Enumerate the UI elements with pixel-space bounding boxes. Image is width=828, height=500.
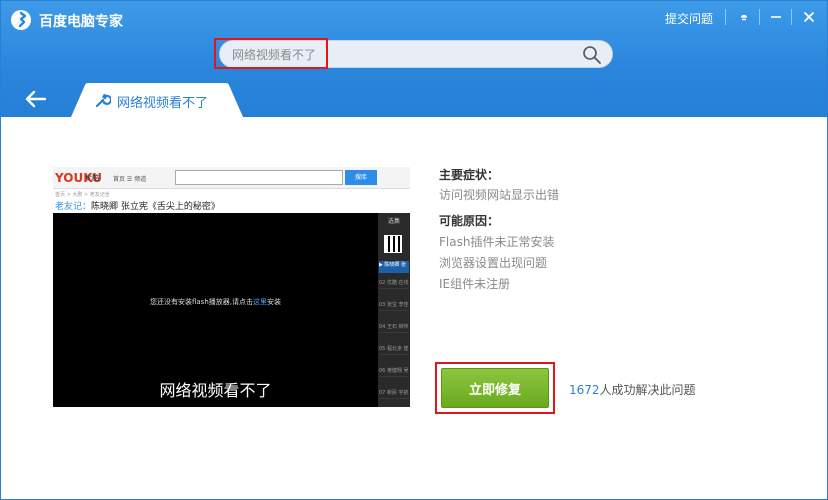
divider [791, 9, 792, 25]
causes-heading: 可能原因： [439, 214, 500, 228]
resolved-count: 1672人成功解决此问题 [569, 381, 696, 398]
app-window: 百度电脑专家 提交问题 网络视频看不了 网络视频看不了 YOUKU 优酷 首页 … [0, 0, 828, 500]
tab-network-video[interactable]: 网络视频看不了 [71, 83, 243, 117]
preview-search-button: 搜库 [345, 170, 377, 185]
preview-episode-item: 03 张宝 李佳 [379, 301, 409, 311]
menu-button[interactable] [733, 5, 755, 29]
fix-now-button[interactable]: 立即修复 [441, 368, 549, 408]
divider [725, 9, 726, 25]
preview-episode-heading: 选集 [387, 218, 400, 225]
video-site-preview: YOUKU 优酷 首页 ☰ 频道 搜库 首页 > 大剧 > 老友记全 老友记：陈… [53, 167, 410, 407]
preview-episode-item: 02 优酷 在线 [379, 279, 409, 289]
resolved-count-number: 1672 [569, 383, 600, 397]
preview-video-player: 您还没有安装flash播放器,请点击这里安装 网络视频看不了 [53, 213, 378, 407]
cause-item: Flash插件未正常安装 [439, 235, 555, 249]
search-highlight-box [214, 38, 328, 69]
qr-code-icon [384, 235, 402, 253]
preview-title: 老友记：陈晓卿 张立宪《舌尖上的秘密》 [55, 202, 220, 212]
preview-episode-item: 05 程北京 崔 [379, 345, 409, 355]
chevron-down-icon [741, 15, 747, 21]
submit-question-link[interactable]: 提交问题 [665, 10, 713, 27]
cause-item: 浏览器设置出现问题 [439, 256, 548, 270]
preview-flash-message: 您还没有安装flash播放器,请点击这里安装 [149, 298, 281, 306]
minimize-button[interactable] [765, 5, 787, 29]
header-bar: 百度电脑专家 提交问题 网络视频看不了 [1, 1, 827, 117]
wrench-icon [95, 93, 111, 108]
back-button[interactable] [21, 87, 51, 111]
preview-overlay-caption: 网络视频看不了 [159, 381, 272, 400]
tab-label: 网络视频看不了 [117, 96, 209, 111]
preview-episode-list: 选集 ▶ 陈晓卿 张 02 优酷 在线 03 张宝 李佳 04 王石 柳传 05… [378, 213, 410, 407]
cause-item: IE组件未注册 [439, 277, 511, 291]
preview-breadcrumb: 首页 > 大剧 > 老友记全 [55, 192, 110, 198]
divider [759, 9, 760, 25]
close-icon [803, 11, 815, 23]
preview-episode-item: 07 新民 宇航 [379, 389, 409, 399]
preview-episode-active: ▶ 陈晓卿 张 [379, 261, 409, 273]
back-arrow-icon [25, 90, 47, 108]
search-icon[interactable] [582, 45, 602, 65]
close-button[interactable] [798, 5, 820, 29]
baidu-expert-logo-icon [11, 10, 31, 30]
preview-topbar: YOUKU 优酷 首页 ☰ 频道 搜库 [53, 167, 410, 189]
resolved-count-label: 人成功解决此问题 [599, 383, 696, 397]
preview-nav: 首页 ☰ 频道 [113, 176, 147, 183]
symptom-item: 访问视频网站显示出错 [439, 188, 560, 202]
preview-episode-item: 06 黄健翔 吴 [379, 367, 409, 377]
preview-search-field [175, 170, 343, 185]
symptoms-heading: 主要症状： [439, 168, 500, 182]
preview-logo-sub: 优酷 [85, 174, 99, 182]
minimize-icon [771, 16, 781, 18]
preview-episode-item: 04 王石 柳传 [379, 323, 409, 333]
app-title: 百度电脑专家 [39, 14, 123, 30]
